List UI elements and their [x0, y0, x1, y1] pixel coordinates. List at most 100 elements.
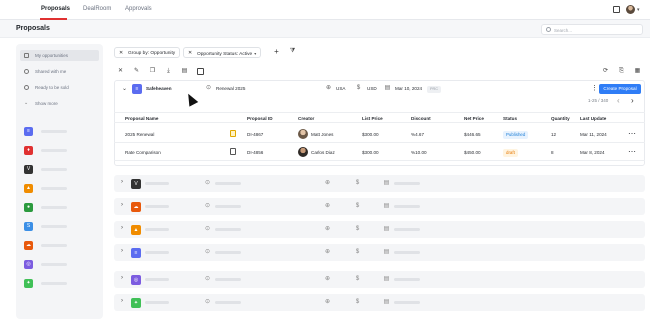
- col-discount[interactable]: Discount: [411, 116, 431, 121]
- sidebar: My opportunities Shared with me Ready to…: [16, 44, 103, 319]
- chevron-down-icon[interactable]: ⌄: [122, 85, 127, 92]
- sidebar-app-2[interactable]: ♦: [24, 145, 96, 156]
- close-icon[interactable]: ✕: [119, 50, 123, 56]
- deal-placeholder: [215, 205, 241, 208]
- sidebar-item-ready-to-be-sold[interactable]: Ready to be sold: [20, 82, 99, 93]
- calendar-icon: ▤: [383, 276, 390, 282]
- row-more-icon[interactable]: ⋯: [628, 129, 636, 138]
- creator-avatar: [298, 129, 308, 139]
- col-list-price[interactable]: List Price: [362, 116, 383, 121]
- tab-dealroom[interactable]: DealRoom: [83, 6, 111, 12]
- create-proposal-button[interactable]: Create Proposal: [599, 84, 641, 94]
- chevron-right-icon[interactable]: ›: [121, 202, 123, 208]
- proposal-name[interactable]: Rate Comparison: [125, 150, 161, 155]
- globe-icon: ⊕: [324, 180, 331, 186]
- sidebar-item-shared-with-me[interactable]: Shared with me: [20, 66, 99, 77]
- sidebar-item-my-opportunities[interactable]: My opportunities: [20, 50, 99, 61]
- net-price: $450.00: [464, 150, 481, 155]
- add-filter-button[interactable]: +: [271, 47, 282, 58]
- col-proposal-id[interactable]: Proposal ID: [247, 116, 273, 121]
- calendar-icon[interactable]: ▤: [181, 68, 188, 75]
- name-placeholder: [145, 278, 169, 281]
- window-icon[interactable]: [613, 6, 620, 13]
- group-country: USA: [336, 86, 346, 91]
- sidebar-app-7[interactable]: ☁: [24, 240, 96, 251]
- creator-name: Matt Jones: [311, 132, 334, 137]
- user-avatar[interactable]: [626, 5, 635, 14]
- proposal-id: DI-4867: [247, 132, 264, 137]
- sidebar-item-label: My opportunities: [35, 53, 69, 58]
- chevron-right-icon[interactable]: ›: [121, 225, 123, 231]
- sidebar-app-8[interactable]: ◎: [24, 259, 96, 270]
- table-row[interactable]: 2025 Renewal DI-4867 Matt Jones $300.00 …: [114, 126, 645, 143]
- sidebar-app-5[interactable]: ●: [24, 202, 96, 213]
- currency-icon: $: [355, 226, 360, 232]
- search-input[interactable]: Search...: [541, 24, 643, 35]
- collapsed-group-row[interactable]: › ▲ ⊙ ⊕ $ ▤: [114, 221, 645, 238]
- columns-icon[interactable]: ▦: [634, 68, 641, 75]
- proposal-name[interactable]: 2025 Renewal: [125, 132, 154, 137]
- sidebar-app-4[interactable]: ▲: [24, 183, 96, 194]
- proposal-id: DI-4856: [247, 150, 264, 155]
- group-by-chip[interactable]: ✕ Group by: Opportunity: [114, 47, 181, 58]
- prev-page-icon[interactable]: ‹: [617, 96, 620, 105]
- globe-icon: ⊕: [324, 203, 331, 209]
- col-status[interactable]: Status: [503, 116, 517, 121]
- export-icon[interactable]: ⎘: [618, 68, 625, 75]
- calendar-icon: ▤: [383, 249, 390, 255]
- tab-proposals[interactable]: Proposals: [41, 6, 70, 12]
- collapsed-group-row[interactable]: › ◎ ⊙ ⊕ $ ▤: [114, 271, 645, 288]
- collapsed-group-row[interactable]: › ≡ ⊙ ⊕ $ ▤: [114, 244, 645, 261]
- row-more-icon[interactable]: ⋯: [628, 147, 636, 156]
- copy-icon[interactable]: ❐: [149, 68, 156, 75]
- tab-approvals[interactable]: Approvals: [125, 6, 152, 12]
- status-filter-chip[interactable]: ✕ Opportunity Status: Active ▾: [183, 47, 262, 58]
- chevron-right-icon[interactable]: ›: [121, 298, 123, 304]
- collapsed-group-row[interactable]: › ✦ ⊙ ⊕ $ ▤: [114, 294, 645, 311]
- collapsed-group-row[interactable]: › ☁ ⊙ ⊕ $ ▤: [114, 198, 645, 215]
- group-currency: USD: [367, 86, 377, 91]
- date-placeholder: [394, 301, 420, 304]
- sidebar-item-show-more[interactable]: ⌄ Show more: [20, 98, 99, 109]
- chevron-down-icon[interactable]: ▾: [254, 51, 256, 56]
- more-options-icon[interactable]: ⋮: [591, 84, 598, 93]
- app-icon: ☁: [24, 241, 33, 250]
- col-creator[interactable]: Creator: [298, 116, 314, 121]
- edit-icon[interactable]: ✎: [133, 68, 140, 75]
- chevron-right-icon[interactable]: ›: [121, 248, 123, 254]
- app-icon: V: [24, 165, 33, 174]
- app-icon: ▲: [24, 184, 33, 193]
- net-price: $446.65: [464, 132, 481, 137]
- display-icon[interactable]: [197, 68, 204, 75]
- users-icon: [24, 69, 29, 74]
- chevron-right-icon[interactable]: ›: [121, 275, 123, 281]
- download-icon[interactable]: ⤓: [165, 68, 172, 75]
- filter-icon[interactable]: ⧩: [289, 48, 296, 55]
- col-quantity[interactable]: Quantity: [551, 116, 570, 121]
- name-placeholder: [145, 182, 169, 185]
- deal-placeholder: [215, 301, 241, 304]
- chevron-right-icon[interactable]: ›: [121, 179, 123, 185]
- app-label-placeholder: [41, 263, 67, 266]
- sidebar-app-3[interactable]: V: [24, 164, 96, 175]
- chevron-down-icon: ⌄: [24, 100, 29, 106]
- name-placeholder: [145, 228, 169, 231]
- col-proposal-name[interactable]: Proposal Name: [125, 116, 158, 121]
- next-page-icon[interactable]: ›: [631, 96, 634, 105]
- table-row[interactable]: Rate Comparison DI-4856 Carlos Diaz $300…: [114, 144, 645, 161]
- col-last-update[interactable]: Last Update: [580, 116, 606, 121]
- close-icon[interactable]: ✕: [188, 50, 192, 56]
- sidebar-item-label: Show more: [35, 101, 58, 106]
- group-by-label: Group by: Opportunity: [128, 50, 176, 56]
- collapsed-group-row[interactable]: › V ⊙ ⊕ $ ▤: [114, 175, 645, 192]
- collapse-icon[interactable]: ✕: [117, 68, 124, 75]
- chevron-down-icon[interactable]: ▾: [637, 7, 640, 13]
- check-circle-icon: [24, 85, 29, 90]
- refresh-icon[interactable]: ⟳: [602, 68, 609, 75]
- date-placeholder: [394, 205, 420, 208]
- globe-icon: ⊕: [324, 299, 331, 305]
- sidebar-app-1[interactable]: ≡: [24, 126, 96, 137]
- col-net-price[interactable]: Net Price: [464, 116, 484, 121]
- sidebar-app-6[interactable]: S: [24, 221, 96, 232]
- sidebar-app-9[interactable]: ✦: [24, 278, 96, 289]
